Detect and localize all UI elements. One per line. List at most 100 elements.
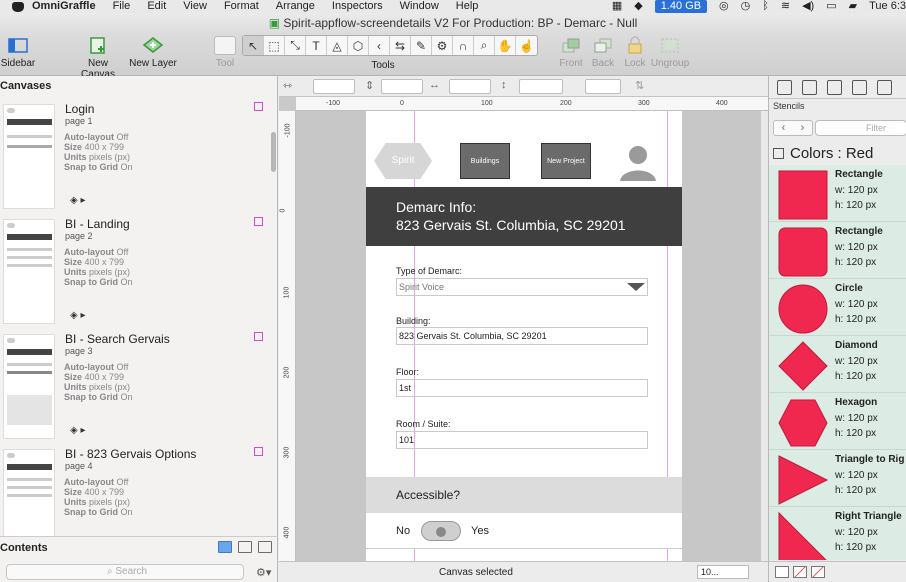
clock[interactable]: Tue 6:3: [869, 0, 906, 13]
canvases-sidebar: Canvases Login page 1 Auto-layout Off Si…: [0, 76, 278, 582]
no-stroke-icon[interactable]: [811, 566, 825, 578]
floor-field[interactable]: 1st: [396, 379, 648, 397]
battery-icon[interactable]: ▭: [826, 0, 836, 13]
back-arrow-icon[interactable]: ‹: [774, 121, 793, 135]
ruler-tick-label: 400: [283, 526, 291, 539]
drawing-canvas[interactable]: Spirit Buildings New Project Demarc Info…: [296, 111, 768, 561]
artboard[interactable]: Spirit Buildings New Project Demarc Info…: [366, 111, 682, 561]
x-field[interactable]: [313, 79, 355, 94]
shape-tool-icon[interactable]: ⬚: [264, 36, 285, 55]
front-button[interactable]: Front: [556, 36, 586, 69]
new-canvas-button[interactable]: New Canvas: [70, 36, 126, 80]
text-inspector-icon[interactable]: [802, 79, 817, 95]
sync-icon[interactable]: ◎: [719, 0, 729, 13]
new-project-button[interactable]: New Project: [541, 143, 591, 179]
sidebar-button[interactable]: Sidebar: [0, 36, 36, 69]
flag-icon[interactable]: ▰: [849, 0, 857, 13]
volume-icon[interactable]: ◀): [802, 0, 814, 13]
height-dimension-icon: ↕: [501, 79, 507, 91]
grid-view-icon[interactable]: [258, 541, 272, 553]
ungroup-button[interactable]: Ungroup: [650, 36, 690, 69]
collapse-tools-icon[interactable]: ‹: [369, 36, 390, 55]
width-icon: ⇿: [283, 80, 293, 92]
canvas-inspector-icon[interactable]: [852, 79, 867, 95]
bluetooth-icon[interactable]: ᛒ: [762, 0, 769, 13]
menu-file[interactable]: File: [113, 0, 131, 13]
accessible-toggle[interactable]: [421, 521, 461, 541]
zoom-field[interactable]: 10...: [697, 565, 749, 579]
magnet-tool-icon[interactable]: ∩: [453, 36, 474, 55]
forward-arrow-icon[interactable]: ›: [793, 121, 812, 135]
gear-icon[interactable]: ⚙▾: [256, 566, 271, 579]
building-field[interactable]: 823 Gervais St. Columbia, SC 29201: [396, 327, 648, 345]
canvas-item-login[interactable]: Login page 1 Auto-layout Off Size 400 x …: [0, 102, 270, 217]
align-popup[interactable]: [585, 79, 621, 94]
width-field[interactable]: [449, 79, 491, 94]
stencil-filter-field[interactable]: Filter: [815, 120, 906, 136]
menu-view[interactable]: View: [183, 0, 207, 13]
canvas-vertical-scrollbar[interactable]: [761, 111, 768, 561]
truck-icon[interactable]: ▦: [612, 0, 622, 13]
line-tool-icon[interactable]: ⤡: [285, 36, 306, 55]
menu-edit[interactable]: Edit: [147, 0, 166, 13]
sidebar-search-field[interactable]: ⌕ Search: [6, 564, 244, 580]
connection-tool-icon[interactable]: ⇆: [390, 36, 411, 55]
menu-window[interactable]: Window: [400, 0, 439, 13]
canvas-item-landing[interactable]: BI - Landing page 2 Auto-layout Off Size…: [0, 217, 270, 332]
type-of-demarc-value: Spirit Voice: [399, 282, 445, 292]
back-button[interactable]: Back: [588, 36, 618, 69]
y-field[interactable]: [381, 79, 423, 94]
crop-inspector-icon[interactable]: [777, 79, 792, 95]
flip-icon[interactable]: ⇅: [635, 79, 644, 92]
room-suite-field[interactable]: 101: [396, 431, 648, 449]
menu-app[interactable]: OmniGraffle: [32, 0, 96, 13]
lock-button[interactable]: Lock: [620, 36, 650, 69]
menu-inspectors[interactable]: Inspectors: [332, 0, 383, 13]
menu-format[interactable]: Format: [224, 0, 259, 13]
stencil-item[interactable]: Rectangle w: 120 px h: 120 px: [769, 222, 906, 279]
browse-tool-icon[interactable]: ☝: [516, 36, 537, 55]
layers-disclosure-icon[interactable]: ◈ ▸: [70, 195, 86, 206]
action-browse-icon[interactable]: ⚙: [432, 36, 453, 55]
tool-button[interactable]: Tool: [210, 36, 240, 69]
menu-arrange[interactable]: Arrange: [276, 0, 315, 13]
hand-tool-icon[interactable]: ✋: [495, 36, 516, 55]
type-of-demarc-select[interactable]: Spirit Voice: [396, 278, 648, 296]
stencil-item[interactable]: Rectangle w: 120 px h: 120 px: [769, 165, 906, 222]
stencil-item[interactable]: Diamond w: 120 px h: 120 px: [769, 336, 906, 393]
memory-indicator[interactable]: 1.40 GB: [654, 0, 708, 13]
wifi-icon[interactable]: ≋: [781, 0, 790, 13]
list-view-icon[interactable]: [218, 541, 232, 553]
no-fill-icon[interactable]: [793, 566, 807, 578]
diagram-tool-icon[interactable]: ⬡: [348, 36, 369, 55]
layers-disclosure-icon[interactable]: ◈ ▸: [70, 310, 86, 321]
zoom-tool-icon[interactable]: ⌕: [474, 36, 495, 55]
swatch-box-icon[interactable]: [775, 566, 789, 578]
canvas-item-search-gervais[interactable]: BI - Search Gervais page 3 Auto-layout O…: [0, 332, 270, 447]
logo-hexagon[interactable]: Spirit: [374, 143, 432, 179]
stencil-item[interactable]: Right Triangle w: 120 px h: 120 px: [769, 507, 906, 560]
sidebar-scrollbar[interactable]: [271, 132, 276, 172]
canvas-item-gervais-options[interactable]: BI - 823 Gervais Options page 4 Auto-lay…: [0, 447, 270, 536]
menu-help[interactable]: Help: [456, 0, 479, 13]
compact-view-icon[interactable]: [238, 541, 252, 553]
canvases-heading: Canvases: [0, 80, 52, 92]
stencil-item[interactable]: Hexagon w: 120 px h: 120 px: [769, 393, 906, 450]
pen-tool-icon[interactable]: ◬: [327, 36, 348, 55]
dropbox-icon[interactable]: ◆: [634, 0, 642, 13]
stencil-item[interactable]: Circle w: 120 px h: 120 px: [769, 279, 906, 336]
stencil-item[interactable]: Triangle to Rig w: 120 px h: 120 px: [769, 450, 906, 507]
selection-tool-icon[interactable]: ↖: [243, 36, 264, 55]
layers-disclosure-icon[interactable]: ◈ ▸: [70, 425, 86, 436]
apple-menu-icon[interactable]: [12, 1, 24, 12]
buildings-button[interactable]: Buildings: [460, 143, 510, 179]
text-tool-icon[interactable]: T: [306, 36, 327, 55]
new-layer-button[interactable]: New Layer: [128, 36, 178, 69]
height-field[interactable]: [519, 79, 563, 94]
gear-inspector-icon[interactable]: [827, 79, 842, 95]
user-avatar-icon[interactable]: [618, 143, 658, 183]
time-machine-icon[interactable]: ◷: [741, 0, 751, 13]
stencil-name: Diamond: [835, 340, 878, 351]
style-brush-icon[interactable]: ✎: [411, 36, 432, 55]
document-inspector-icon[interactable]: [877, 79, 892, 95]
